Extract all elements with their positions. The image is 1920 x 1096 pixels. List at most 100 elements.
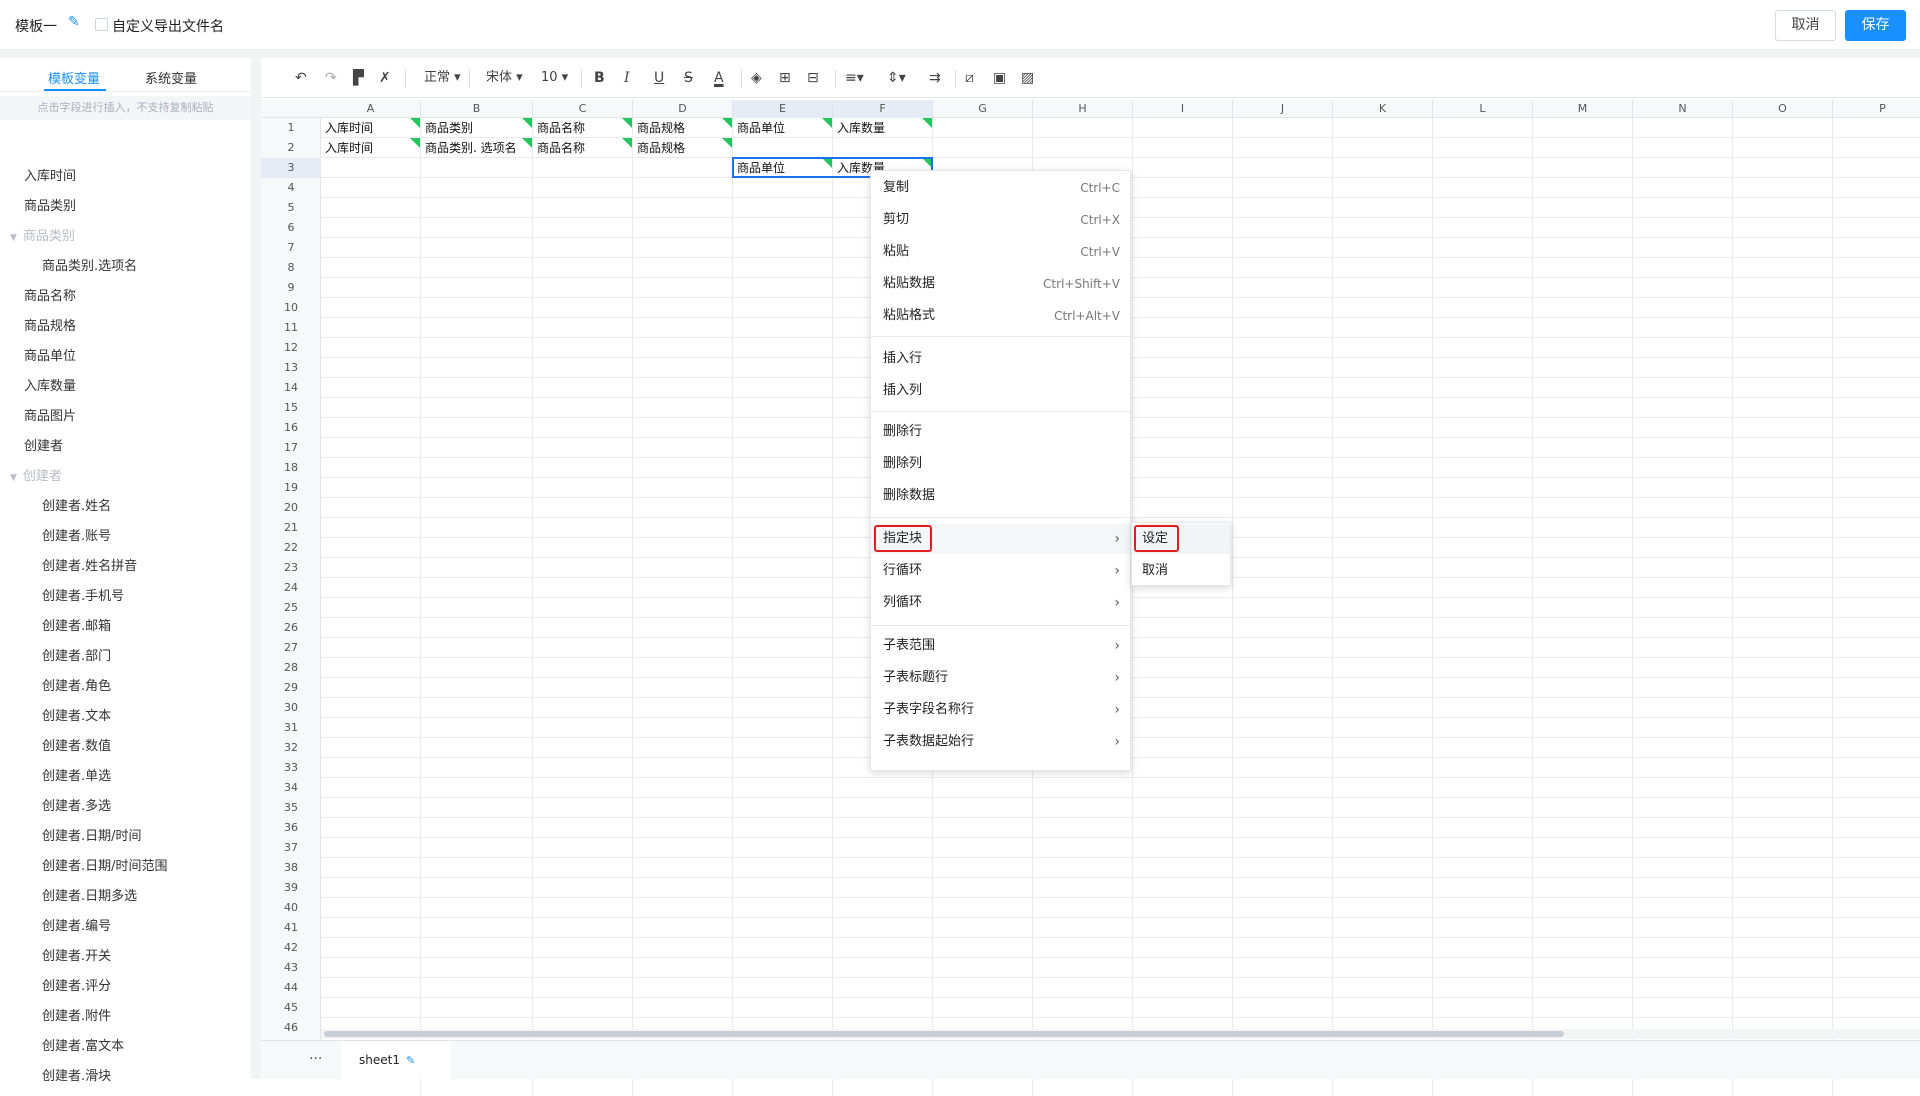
- row-header[interactable]: 32: [261, 738, 321, 758]
- menu-item-col-loop[interactable]: 列循环 ›: [871, 588, 1130, 618]
- column-header[interactable]: M: [1533, 100, 1633, 118]
- column-header[interactable]: A: [321, 100, 421, 118]
- sidebar-item[interactable]: 创建者.编号: [42, 915, 111, 934]
- column-header[interactable]: I: [1133, 100, 1233, 118]
- row-header[interactable]: 38: [261, 858, 321, 878]
- row-header[interactable]: 6: [261, 218, 321, 238]
- row-header[interactable]: 33: [261, 758, 321, 778]
- sidebar-item[interactable]: 创建者.日期多选: [42, 885, 137, 904]
- column-header[interactable]: C: [533, 100, 633, 118]
- sidebar-item[interactable]: 创建者.邮箱: [42, 615, 111, 634]
- row-header[interactable]: 26: [261, 618, 321, 638]
- row-header[interactable]: 10: [261, 298, 321, 318]
- row-header[interactable]: 5: [261, 198, 321, 218]
- italic-icon[interactable]: I: [624, 69, 630, 87]
- row-header[interactable]: 9: [261, 278, 321, 298]
- row-header[interactable]: 12: [261, 338, 321, 358]
- row-header[interactable]: 29: [261, 678, 321, 698]
- undo-icon[interactable]: ↶: [295, 69, 307, 87]
- sidebar-item[interactable]: 商品规格: [24, 315, 76, 334]
- menu-item-sub-field-row[interactable]: 子表字段名称行 ›: [871, 695, 1130, 725]
- more-sheets-icon[interactable]: ···: [309, 1051, 322, 1067]
- column-header[interactable]: N: [1633, 100, 1733, 118]
- sidebar-item[interactable]: 商品类别: [24, 195, 76, 214]
- row-header[interactable]: 40: [261, 898, 321, 918]
- column-header[interactable]: G: [933, 100, 1033, 118]
- column-header[interactable]: E: [733, 100, 833, 118]
- menu-item-sub-data-row[interactable]: 子表数据起始行 ›: [871, 727, 1130, 757]
- sidebar-item[interactable]: 创建者.部门: [42, 645, 111, 664]
- menu-item-sub-range[interactable]: 子表范围 ›: [871, 631, 1130, 661]
- row-header[interactable]: 44: [261, 978, 321, 998]
- column-header[interactable]: L: [1433, 100, 1533, 118]
- cell[interactable]: 商品类别: [421, 118, 532, 138]
- diagonal-border-icon[interactable]: ⧄: [965, 69, 974, 87]
- menu-item-row-loop[interactable]: 行循环 ›: [871, 556, 1130, 586]
- menu-item-copy[interactable]: 复制 Ctrl+C: [871, 173, 1130, 203]
- row-header[interactable]: 37: [261, 838, 321, 858]
- cell[interactable]: 商品单位: [733, 118, 832, 138]
- vertical-align-icon[interactable]: ⇕▾: [887, 69, 906, 87]
- row-header[interactable]: 16: [261, 418, 321, 438]
- row-header[interactable]: 22: [261, 538, 321, 558]
- cell-image-icon[interactable]: ▨: [1021, 69, 1034, 87]
- cell[interactable]: 商品类别. 选项名: [421, 138, 532, 158]
- caret-down-icon[interactable]: ▼: [10, 473, 17, 483]
- sidebar-item[interactable]: 创建者.手机号: [42, 585, 124, 604]
- sidebar-item[interactable]: 商品图片: [24, 405, 76, 424]
- sidebar-item[interactable]: 创建者.日期/时间范围: [42, 855, 168, 874]
- edit-name-pencil-icon[interactable]: ✎: [68, 14, 80, 30]
- row-header[interactable]: 27: [261, 638, 321, 658]
- row-header[interactable]: 45: [261, 998, 321, 1018]
- sidebar-item[interactable]: 创建者.多选: [42, 795, 111, 814]
- bold-icon[interactable]: B: [594, 69, 605, 87]
- horizontal-scrollbar[interactable]: [321, 1029, 1920, 1039]
- sheet-tab[interactable]: sheet1 ✎: [341, 1041, 451, 1079]
- menu-item-delete-col[interactable]: 删除列: [871, 449, 1130, 479]
- menu-item-delete-data[interactable]: 删除数据: [871, 481, 1130, 511]
- column-header[interactable]: P: [1833, 100, 1920, 118]
- row-header[interactable]: 24: [261, 578, 321, 598]
- format-painter-icon[interactable]: ▛: [353, 69, 364, 87]
- row-header[interactable]: 20: [261, 498, 321, 518]
- row-header[interactable]: 23: [261, 558, 321, 578]
- column-header[interactable]: H: [1033, 100, 1133, 118]
- column-header[interactable]: K: [1333, 100, 1433, 118]
- font-family-select[interactable]: 宋体 ▾: [486, 69, 523, 87]
- row-header[interactable]: 18: [261, 458, 321, 478]
- sidebar-item[interactable]: 创建者.单选: [42, 765, 111, 784]
- column-header[interactable]: B: [421, 100, 533, 118]
- sidebar-item[interactable]: 创建者.账号: [42, 525, 111, 544]
- row-header[interactable]: 31: [261, 718, 321, 738]
- sidebar-item[interactable]: 创建者.滑块: [42, 1065, 111, 1084]
- row-header[interactable]: 3: [261, 158, 321, 178]
- menu-item-paste-data[interactable]: 粘贴数据 Ctrl+Shift+V: [871, 269, 1130, 299]
- cell[interactable]: 商品名称: [533, 138, 632, 158]
- font-size-select[interactable]: 10 ▾: [541, 69, 568, 87]
- horizontal-align-icon[interactable]: ≡▾: [845, 69, 864, 87]
- sidebar-item[interactable]: 入库数量: [24, 375, 76, 394]
- sidebar-item[interactable]: 商品单位: [24, 345, 76, 364]
- cell[interactable]: 入库时间: [321, 138, 420, 158]
- row-header[interactable]: 39: [261, 878, 321, 898]
- row-header[interactable]: 36: [261, 818, 321, 838]
- row-header[interactable]: 30: [261, 698, 321, 718]
- row-header[interactable]: 11: [261, 318, 321, 338]
- sidebar-group-header[interactable]: ▼ 商品类别: [10, 225, 75, 244]
- caret-down-icon[interactable]: ▼: [10, 233, 17, 243]
- row-header[interactable]: 2: [261, 138, 321, 158]
- sidebar-item[interactable]: 创建者.评分: [42, 975, 111, 994]
- borders-icon[interactable]: ⊞: [779, 69, 791, 87]
- fill-color-icon[interactable]: ◈: [751, 69, 762, 87]
- sidebar-item[interactable]: 商品名称: [24, 285, 76, 304]
- row-header[interactable]: 15: [261, 398, 321, 418]
- row-header[interactable]: 4: [261, 178, 321, 198]
- sidebar-item[interactable]: 创建者.文本: [42, 705, 111, 724]
- sidebar-item[interactable]: 创建者.数值: [42, 735, 111, 754]
- row-header[interactable]: 8: [261, 258, 321, 278]
- text-wrap-icon[interactable]: ⇉: [929, 69, 941, 87]
- row-header[interactable]: 41: [261, 918, 321, 938]
- row-header[interactable]: 21: [261, 518, 321, 538]
- sidebar-item[interactable]: 创建者.日期/时间: [42, 825, 142, 844]
- row-header[interactable]: 34: [261, 778, 321, 798]
